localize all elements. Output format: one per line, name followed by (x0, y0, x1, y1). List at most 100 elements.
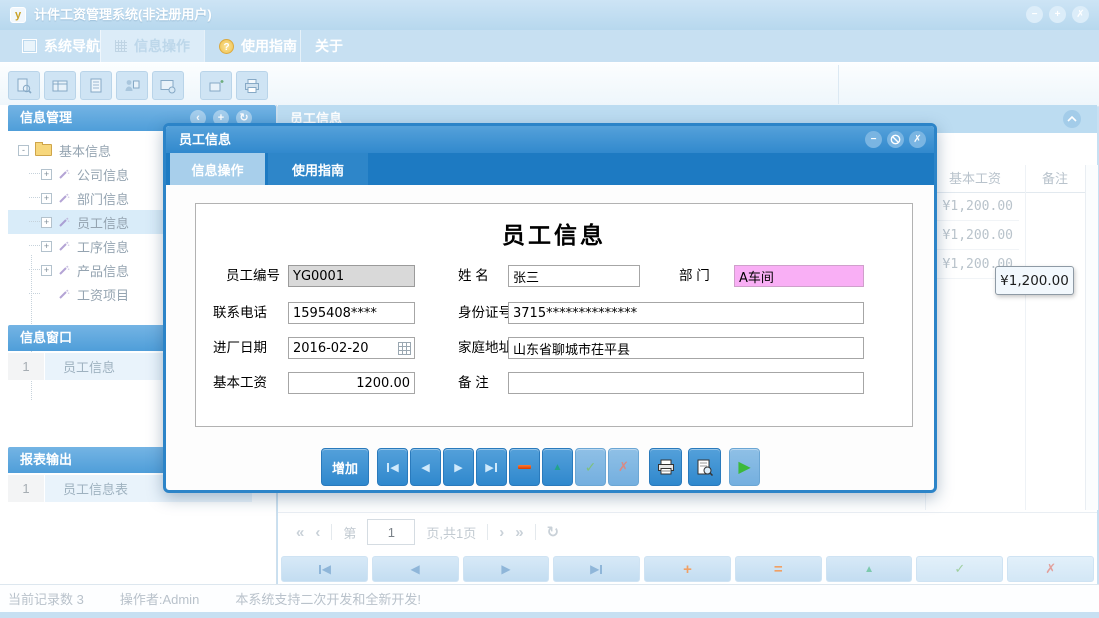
name-label: 姓 名 (458, 265, 489, 287)
name-field[interactable] (508, 265, 640, 287)
tab-info-ops[interactable]: 信息操作 (100, 30, 204, 62)
expand-icon[interactable]: + (41, 241, 52, 252)
next-page-button[interactable]: › (499, 524, 504, 541)
address-field[interactable] (508, 337, 864, 359)
refresh-button[interactable]: ↻ (547, 523, 560, 541)
record-edit-button[interactable]: ▲ (826, 556, 913, 582)
close-button[interactable]: ✗ (1072, 6, 1089, 23)
record-cancel-button[interactable]: ✗ (1007, 556, 1094, 582)
tree-stub (29, 245, 40, 247)
titlebar: y 计件工资管理系统(非注册用户) − + ✗ (0, 0, 1099, 30)
tree-label: 工资项目 (77, 285, 129, 304)
prev-record-button[interactable]: ◀ (410, 448, 441, 486)
edit-record-button[interactable]: ▲ (542, 448, 573, 486)
phone-label: 联系电话 (213, 302, 267, 324)
printer-button[interactable] (236, 71, 268, 100)
dialog-restore-button[interactable] (887, 131, 904, 148)
expand-icon[interactable]: + (41, 265, 52, 276)
entry-date-field-wrap (288, 337, 415, 359)
record-confirm-button[interactable]: ✓ (916, 556, 1003, 582)
first-page-button[interactable]: « (296, 524, 304, 541)
run-button[interactable]: ▶ (729, 448, 760, 486)
confirm-button[interactable]: ✓ (575, 448, 606, 486)
calendar-icon[interactable] (398, 342, 411, 355)
record-add-button[interactable]: + (644, 556, 731, 582)
dialog-tab-guide[interactable]: 使用指南 (268, 153, 368, 185)
remark-field[interactable] (508, 372, 864, 394)
last-record-button[interactable]: ▶ (476, 448, 507, 486)
grid-cell-salary[interactable]: ¥1,200.00 (925, 192, 1019, 221)
base-salary-field[interactable] (288, 372, 415, 394)
expand-icon[interactable]: + (41, 169, 52, 180)
expand-icon[interactable]: + (41, 217, 52, 228)
document-button[interactable] (80, 71, 112, 100)
wand-icon (58, 168, 70, 180)
tree-stub (29, 221, 40, 223)
entry-date-field[interactable] (289, 341, 398, 356)
delete-record-button[interactable] (509, 448, 540, 486)
tree-label: 部门信息 (77, 189, 129, 208)
record-last-button[interactable]: ▶ (553, 556, 640, 582)
tab-system-nav[interactable]: 系统导航 (8, 30, 114, 62)
print-button[interactable] (649, 448, 682, 486)
maximize-button[interactable]: + (1049, 6, 1066, 23)
dialog-close-button[interactable]: ✗ (909, 131, 926, 148)
next-record-button[interactable]: ▶ (443, 448, 474, 486)
cancel-button[interactable]: ✗ (608, 448, 639, 486)
tab-about[interactable]: 关于 (300, 30, 357, 62)
column-header-remark[interactable]: 备注 (1025, 165, 1085, 192)
wand-icon (58, 240, 70, 252)
next-icon: ▶ (454, 461, 462, 474)
collapse-expander-icon[interactable]: - (18, 145, 29, 156)
employee-info-dialog: 员工信息 − ✗ 信息操作 使用指南 员工信息 员工编号 姓 名 部 门 联系电… (163, 123, 937, 493)
dialog-tabstrip: 信息操作 使用指南 (166, 153, 934, 185)
form-heading: 员工信息 (196, 216, 912, 250)
window-icon (22, 39, 37, 53)
tree-stub (29, 269, 40, 271)
prev-page-button[interactable]: ‹ (315, 524, 320, 541)
window-search-button[interactable] (152, 71, 184, 100)
dialog-minimize-button[interactable]: − (865, 131, 882, 148)
record-prev-button[interactable]: ◀ (372, 556, 459, 582)
dialog-titlebar[interactable]: 员工信息 − ✗ (166, 126, 934, 153)
dialog-tab-info-ops[interactable]: 信息操作 (170, 153, 265, 185)
icon-toolbar (0, 62, 1099, 107)
last-icon: ▶ (590, 562, 599, 576)
dialog-button-toolbar: 增加 ◀ ◀ ▶ ▶ ▲ ✓ ✗ ▶ (321, 448, 760, 486)
first-record-button[interactable]: ◀ (377, 448, 408, 486)
vertical-scrollbar[interactable] (1085, 165, 1098, 510)
delete-icon (518, 465, 531, 469)
grid-cell-salary[interactable]: ¥1,200.00 (925, 221, 1019, 250)
confirm-icon: ✓ (585, 459, 597, 476)
table-view-button[interactable] (44, 71, 76, 100)
wand-icon (58, 216, 70, 228)
print-preview-button[interactable] (688, 448, 721, 486)
phone-field[interactable] (288, 302, 415, 324)
user-settings-button[interactable] (116, 71, 148, 100)
tree-label: 基本信息 (59, 141, 111, 160)
tab-user-guide[interactable]: ? 使用指南 (204, 30, 311, 62)
record-remove-button[interactable]: = (735, 556, 822, 582)
separator (535, 524, 536, 540)
window-title: 计件工资管理系统(非注册用户) (34, 0, 212, 30)
id-card-field[interactable] (508, 302, 864, 324)
record-first-button[interactable]: ◀ (281, 556, 368, 582)
add-record-button[interactable]: 增加 (321, 448, 369, 486)
employee-form-panel: 员工信息 员工编号 姓 名 部 门 联系电话 身份证号 进厂日期 家庭地址 基本… (195, 203, 913, 427)
expand-icon[interactable]: + (41, 193, 52, 204)
confirm-icon: ✓ (954, 561, 965, 577)
folder-icon (35, 144, 52, 156)
emp-no-field[interactable] (288, 265, 415, 287)
archive-add-button[interactable] (200, 71, 232, 100)
edit-icon: ▲ (864, 564, 874, 575)
page-number-input[interactable] (367, 519, 415, 545)
search-document-button[interactable] (8, 71, 40, 100)
record-next-button[interactable]: ▶ (463, 556, 550, 582)
cancel-icon: ✗ (618, 459, 629, 475)
minimize-button[interactable]: − (1026, 6, 1043, 23)
last-page-button[interactable]: » (515, 524, 523, 541)
tab-label: 关于 (315, 36, 343, 56)
collapse-panel-button[interactable] (1063, 110, 1081, 128)
column-header-base-salary[interactable]: 基本工资 (925, 165, 1025, 192)
dept-field[interactable] (734, 265, 864, 287)
